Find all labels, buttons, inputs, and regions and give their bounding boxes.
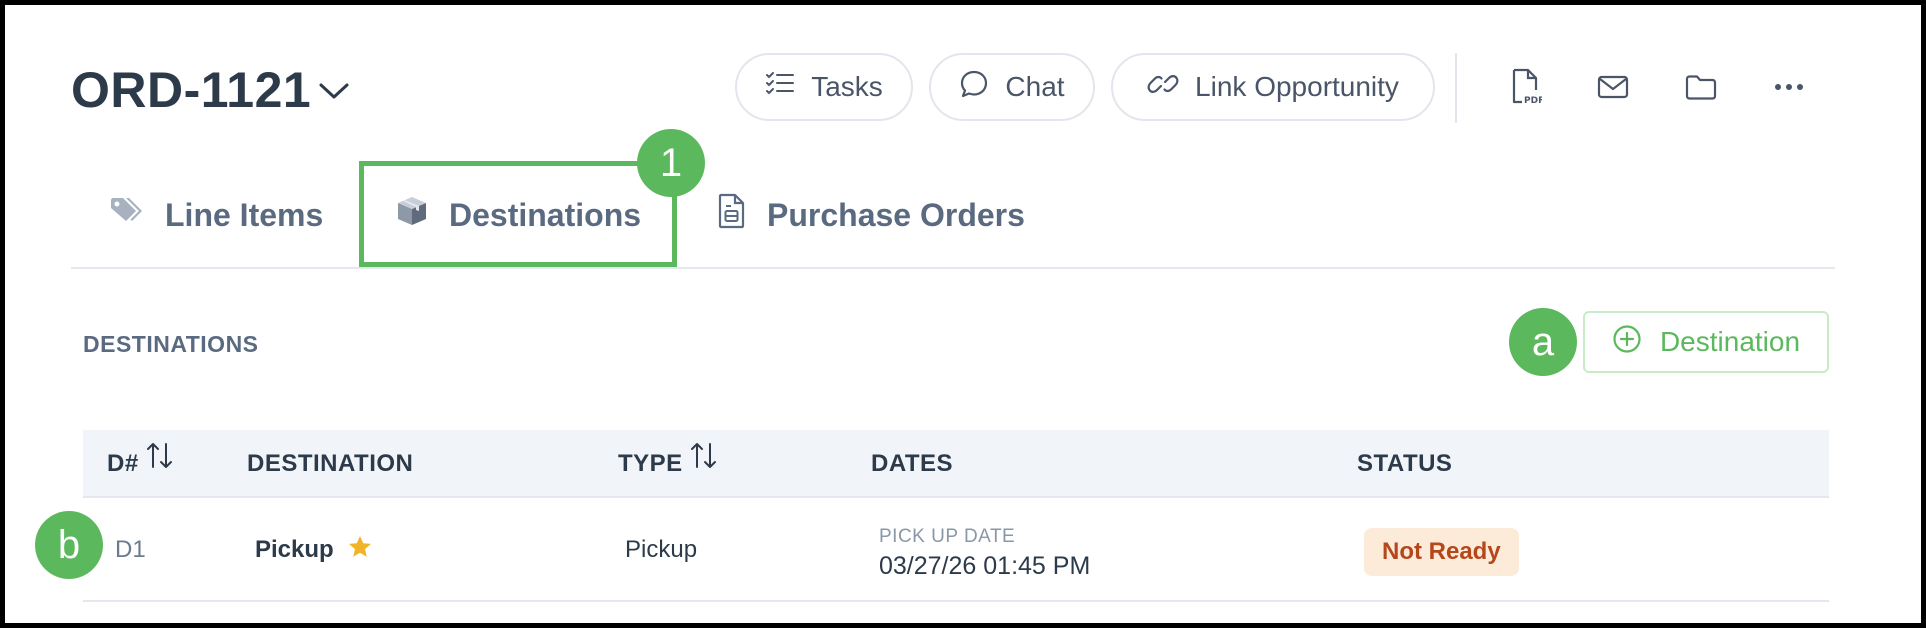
star-icon[interactable] [347, 534, 373, 565]
date-label: PICK UP DATE [879, 526, 1016, 547]
tasks-button-label: Tasks [811, 71, 883, 102]
status-badge: Not Ready [1364, 528, 1519, 576]
sort-icon[interactable] [683, 443, 719, 478]
callout-marker-a: a [1509, 308, 1577, 376]
add-destination-label: Destination [1659, 326, 1801, 357]
svg-text:PDF: PDF [1524, 96, 1542, 106]
destination-type: Pickup [625, 536, 698, 563]
tabs-divider [71, 267, 1835, 269]
order-title: ORD-1121 [71, 62, 312, 118]
tab-label: Line Items [165, 196, 324, 233]
folder-icon[interactable] [1681, 67, 1721, 107]
task-list-icon [765, 71, 811, 104]
tasks-button[interactable]: Tasks [735, 53, 913, 121]
header-divider [1455, 53, 1457, 123]
link-opportunity-button[interactable]: Link Opportunity [1111, 53, 1435, 121]
column-header-destination: DESTINATION [247, 450, 414, 477]
chat-button-label: Chat [1005, 71, 1065, 102]
link-opportunity-button-label: Link Opportunity [1195, 71, 1399, 102]
column-header-dates: DATES [871, 450, 954, 477]
destination-name[interactable]: Pickup [255, 536, 334, 564]
column-header-id[interactable]: D# [107, 430, 175, 498]
pdf-icon[interactable]: PDF [1505, 67, 1545, 107]
active-tab-highlight [359, 161, 677, 267]
table-row[interactable]: D1 Pickup Pickup PICK UP DATE 03/27/26 0… [83, 498, 1829, 602]
chat-button[interactable]: Chat [929, 53, 1095, 121]
plus-circle-icon [1612, 324, 1660, 361]
tab-line-items[interactable]: Line Items [109, 185, 323, 245]
destination-id: D1 [115, 536, 146, 563]
app-frame: ORD-1121 Tasks Chat Link Opportunity PDF… [5, 5, 1921, 623]
callout-marker-b: b [35, 511, 103, 579]
tab-purchase-orders[interactable]: Purchase Orders [717, 185, 1025, 245]
section-title: DESTINATIONS [83, 331, 259, 357]
mail-icon[interactable] [1593, 67, 1633, 107]
document-icon [717, 193, 767, 237]
column-header-type[interactable]: TYPE [618, 430, 719, 498]
tab-label: Purchase Orders [767, 196, 1025, 233]
chevron-down-icon[interactable] [318, 81, 350, 106]
column-header-status: STATUS [1357, 450, 1453, 477]
table-header: D# DESTINATION TYPE DATES STATUS [83, 430, 1829, 498]
chat-bubble-icon [959, 69, 1005, 106]
tag-icon [109, 196, 165, 234]
callout-marker-1: 1 [637, 129, 705, 197]
sort-icon[interactable] [139, 443, 175, 478]
link-icon [1147, 70, 1195, 105]
add-destination-button[interactable]: Destination [1583, 311, 1829, 373]
more-icon[interactable] [1769, 67, 1809, 107]
date-value: 03/27/26 01:45 PM [879, 552, 1091, 580]
